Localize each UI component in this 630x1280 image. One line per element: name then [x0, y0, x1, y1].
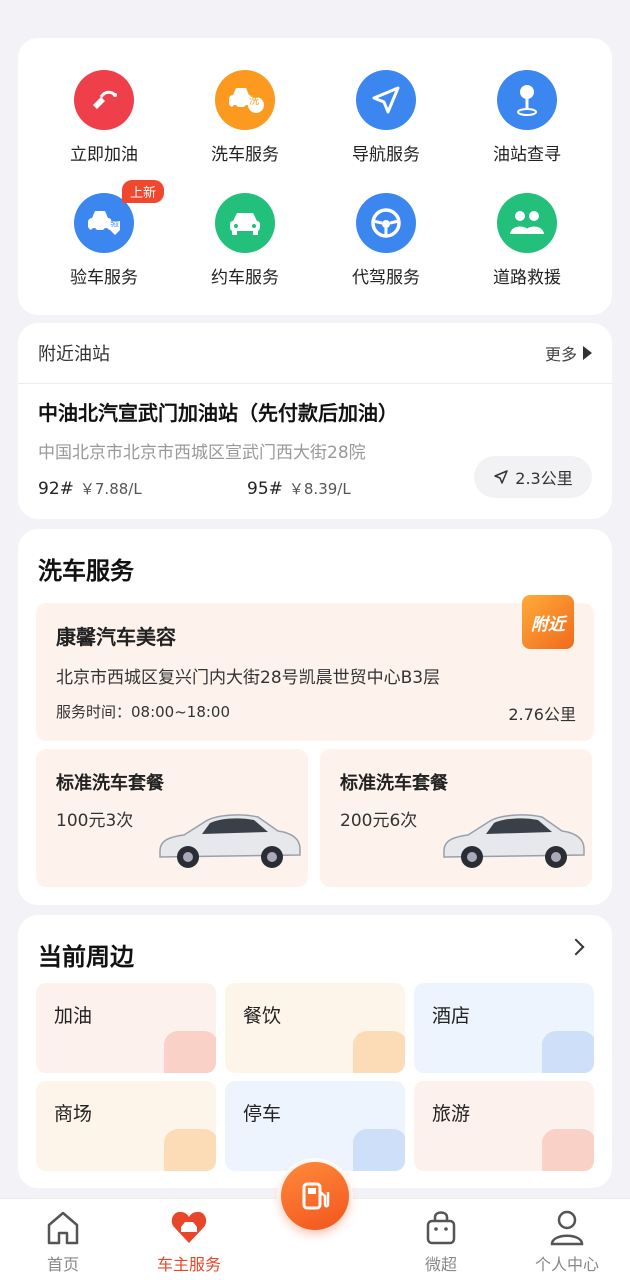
car-image: [159, 814, 301, 868]
nearby-tag: 附近: [522, 595, 574, 649]
location-pin-icon: [497, 70, 557, 130]
wash-glyph: 洗: [249, 96, 259, 107]
car-wash-card: 洗车服务 附近 康馨汽车美容 北京市西城区复兴门内大街28号凯晨世贸中心B3层 …: [18, 529, 612, 905]
category-label: 加油: [54, 1005, 93, 1027]
service-designated-driver[interactable]: 代驾服务: [326, 193, 446, 288]
service-label: 油站查寻: [493, 145, 561, 165]
home-icon: [0, 1199, 126, 1247]
shop-address: 北京市西城区复兴门内大街28号凯晨世贸中心B3层: [56, 668, 441, 688]
category-icon: [542, 1031, 594, 1073]
service-inspection[interactable]: 验 验车服务: [44, 193, 164, 288]
price-92: 92# ￥7.88/L: [38, 478, 142, 499]
service-label: 导航服务: [352, 145, 420, 165]
service-station-search[interactable]: 油站查寻: [467, 70, 587, 165]
new-badge: 上新: [122, 180, 165, 203]
around-category-tile[interactable]: 酒店: [414, 983, 594, 1073]
service-navigation[interactable]: 导航服务: [326, 70, 446, 165]
navigation-icon: [356, 70, 416, 130]
fuel-grade: 95#: [247, 479, 283, 499]
more-link[interactable]: 更多: [545, 341, 592, 365]
tab-label: 个人中心: [534, 1255, 599, 1274]
fuel-price: ￥7.88/L: [79, 480, 142, 498]
category-label: 商场: [54, 1103, 93, 1125]
tab-car-owner-services[interactable]: 车主服务: [126, 1199, 252, 1275]
category-label: 旅游: [432, 1103, 471, 1125]
category-label: 停车: [243, 1103, 282, 1125]
service-label: 约车服务: [211, 268, 279, 288]
wash-package[interactable]: 标准洗车套餐 100元3次: [36, 749, 308, 887]
tab-profile[interactable]: 个人中心: [504, 1199, 630, 1275]
navigate-distance-button[interactable]: 2.3公里: [474, 456, 592, 498]
around-category-tile[interactable]: 商场: [36, 1081, 216, 1171]
wash-shop-item[interactable]: 附近 康馨汽车美容 北京市西城区复兴门内大街28号凯晨世贸中心B3层 服务时间：…: [36, 595, 594, 741]
fuel-station-fab-button[interactable]: [277, 1158, 353, 1234]
service-label: 代驾服务: [352, 268, 420, 288]
service-road-rescue[interactable]: 道路救援: [467, 193, 587, 288]
category-icon: [353, 1129, 405, 1171]
shop-hours: 服务时间：08:00~18:00: [56, 703, 231, 721]
tab-home[interactable]: 首页: [0, 1199, 126, 1275]
package-price: 200元6次: [340, 811, 418, 831]
fuel-grade: 92#: [38, 479, 74, 499]
steering-wheel-icon: [356, 193, 416, 253]
station-address: 中国北京市北京市西城区宣武门西大街28院: [38, 443, 366, 463]
around-card: 当前周边 加油 餐饮 酒店商场 停车 旅游: [18, 915, 612, 1188]
service-label: 验车服务: [70, 268, 138, 288]
price-95: 95# ￥8.39/L: [247, 478, 351, 499]
package-name: 标准洗车套餐: [56, 773, 164, 794]
services-card: 立即加油 洗 洗车服务 导航服务 油站查寻 验 验车服务 约车服务 代驾服务 道…: [18, 38, 612, 315]
service-car-booking[interactable]: 约车服务: [185, 193, 305, 288]
station-header: 附近油站 更多: [18, 323, 612, 384]
fuel-station-fab-icon: [281, 1162, 349, 1230]
category-icon: [164, 1129, 216, 1171]
package-name: 标准洗车套餐: [340, 773, 448, 794]
chevron-right-icon[interactable]: [567, 938, 585, 956]
car-booking-icon: [215, 193, 275, 253]
user-icon: [504, 1199, 630, 1247]
section-title: 洗车服务: [38, 557, 134, 585]
tab-label: 首页: [46, 1255, 79, 1274]
category-icon: [353, 1031, 405, 1073]
inspect-glyph: 验: [110, 219, 120, 229]
more-label: 更多: [544, 345, 577, 364]
station-name: 中油北汽宣武门加油站（先付款后加油）: [38, 401, 398, 425]
section-title: 附近油站: [38, 344, 110, 365]
service-car-wash[interactable]: 洗 洗车服务: [185, 70, 305, 165]
around-category-tile[interactable]: 旅游: [414, 1081, 594, 1171]
fuel-price: ￥8.39/L: [288, 480, 351, 498]
section-title: 当前周边: [38, 943, 134, 971]
nearby-station-card[interactable]: 附近油站 更多 中油北汽宣武门加油站（先付款后加油） 中国北京市北京市西城区宣武…: [18, 323, 612, 519]
car-heart-icon: [126, 1199, 252, 1247]
service-label: 立即加油: [70, 145, 138, 165]
service-label: 道路救援: [493, 268, 561, 288]
distance-label: 2.3公里: [515, 469, 573, 488]
around-category-tile[interactable]: 餐饮: [225, 983, 405, 1073]
package-price: 100元3次: [56, 811, 134, 831]
car-wash-icon: 洗: [215, 70, 275, 130]
tab-label: 微超: [424, 1255, 457, 1274]
fuel-nozzle-icon: [74, 70, 134, 130]
wash-package[interactable]: 标准洗车套餐 200元6次: [320, 749, 592, 887]
shop-distance: 2.76公里: [508, 705, 576, 724]
arrow-right-icon: [583, 346, 592, 360]
shop-name: 康馨汽车美容: [56, 625, 176, 649]
category-icon: [542, 1129, 594, 1171]
category-icon: [164, 1031, 216, 1073]
tab-label: 车主服务: [156, 1255, 221, 1274]
category-label: 餐饮: [243, 1005, 282, 1027]
category-label: 酒店: [432, 1005, 471, 1027]
around-category-tile[interactable]: 加油: [36, 983, 216, 1073]
service-refuel[interactable]: 立即加油: [44, 70, 164, 165]
car-image: [443, 814, 585, 868]
navigation-icon: [494, 470, 509, 484]
tab-mini-market[interactable]: 微超: [378, 1199, 504, 1275]
shopping-bag-icon: [378, 1199, 504, 1247]
service-label: 洗车服务: [211, 145, 279, 165]
road-rescue-icon: [497, 193, 557, 253]
